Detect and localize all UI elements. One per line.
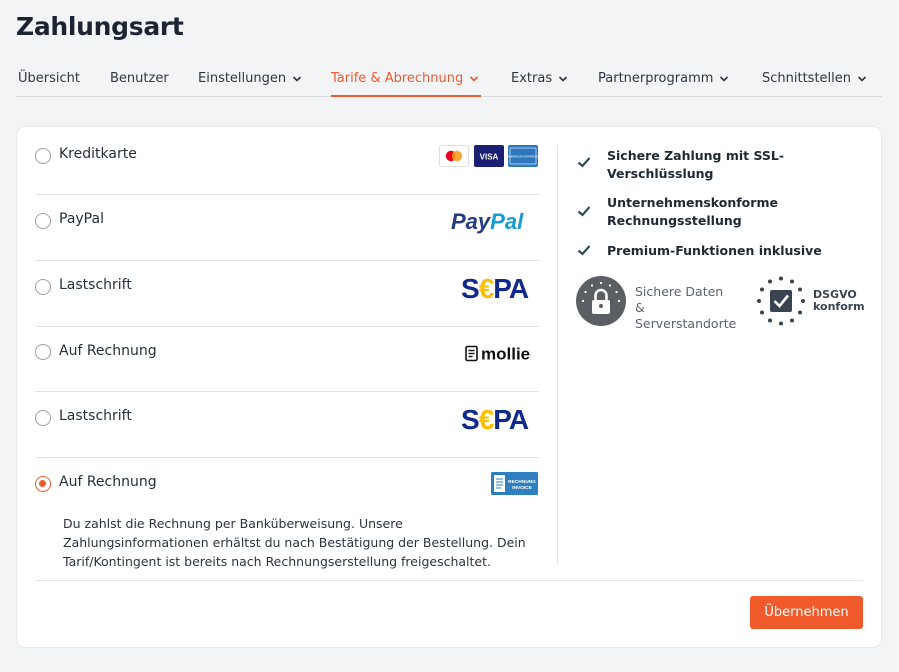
radio-button[interactable] [35, 148, 51, 164]
check-icon [577, 245, 591, 256]
tab-label: Tarife & Abrechnung [331, 71, 464, 86]
feature-text: Premium-Funktionen inklusive [607, 243, 822, 258]
tab-label: Benutzer [110, 71, 169, 86]
tab-einstellungen[interactable]: Einstellungen [198, 62, 302, 97]
submit-button[interactable]: Übernehmen [750, 596, 863, 629]
mastercard-logo [439, 145, 469, 167]
badge-label: Sichere Daten & Serverstandorte [635, 284, 737, 331]
svg-text:INVOICE: INVOICE [512, 485, 533, 491]
tab-tarife-abrechnung[interactable]: Tarife & Abrechnung [331, 62, 481, 97]
method-label: Auf Rechnung [59, 474, 157, 490]
tab-label: Schnittstellen [762, 71, 852, 86]
vertical-divider [557, 145, 558, 565]
chevron-down-icon [857, 76, 867, 82]
method-label: PayPal [59, 211, 104, 227]
tab-bar: Übersicht Benutzer Einstellungen Tarife … [16, 62, 882, 97]
payment-option-auf-rechnung-invoice[interactable]: Auf Rechnung RECHNUNG INVOICE Du zahlst … [35, 458, 539, 570]
radio-button[interactable] [35, 410, 51, 426]
method-label: Kreditkarte [59, 146, 137, 162]
page-title: Zahlungsart [16, 12, 184, 41]
tab-label: Extras [511, 71, 553, 86]
method-label: Lastschrift [59, 408, 132, 424]
radio-button[interactable] [35, 279, 51, 295]
payment-option-paypal[interactable]: PayPal PayPal [35, 195, 539, 261]
secure-data-badge: Sichere Daten & Serverstandorte [575, 275, 736, 331]
svg-text:AMERICAN EXPRESS: AMERICAN EXPRESS [508, 155, 539, 159]
tab-label: Übersicht [18, 71, 80, 86]
svg-text:S€PA: S€PA [461, 404, 529, 432]
payment-option-kreditkarte[interactable]: Kreditkarte VISA AMERICAN EXPRESS [35, 127, 539, 195]
feature-text: Unternehmenskonforme Rechnungsstellung [607, 195, 778, 228]
mollie-logo: mollie [465, 344, 539, 364]
svg-text:RECHNUNG: RECHNUNG [508, 479, 536, 485]
chevron-down-icon [720, 76, 729, 82]
payment-option-lastschrift-2[interactable]: Lastschrift S€PA [35, 392, 539, 458]
visa-logo: VISA [474, 145, 504, 167]
payment-option-auf-rechnung-mollie[interactable]: Auf Rechnung mollie [35, 327, 539, 392]
amex-logo: AMERICAN EXPRESS [508, 145, 539, 167]
paypal-logo: PayPal [449, 207, 539, 235]
svg-text:PayPal: PayPal [451, 209, 524, 234]
tab-schnittstellen[interactable]: Schnittstellen [762, 62, 867, 97]
card-logos: VISA AMERICAN EXPRESS [439, 145, 539, 169]
lock-shield-icon [576, 276, 626, 326]
badge-label: DSGVO konform [813, 288, 865, 313]
svg-text:VISA: VISA [480, 153, 499, 162]
radio-button[interactable] [35, 344, 51, 360]
chevron-down-icon [293, 76, 302, 82]
tab-benutzer[interactable]: Benutzer [110, 62, 169, 97]
tab-label: Einstellungen [198, 71, 287, 86]
sepa-logo: S€PA [461, 273, 539, 304]
tab-uebersicht[interactable]: Übersicht [18, 62, 80, 97]
svg-text:S€PA: S€PA [461, 273, 529, 301]
check-icon [577, 157, 591, 168]
rechnung-invoice-logo: RECHNUNG INVOICE [491, 472, 539, 496]
radio-button[interactable] [35, 213, 51, 229]
footer-divider [35, 580, 863, 581]
feature-text: Sichere Zahlung mit SSL-Verschlüsslung [607, 148, 785, 181]
method-label: Auf Rechnung [59, 343, 157, 359]
payment-option-lastschrift[interactable]: Lastschrift S€PA [35, 261, 539, 327]
method-description: Du zahlst die Rechnung per Banküberweisu… [63, 516, 526, 569]
check-icon [577, 206, 591, 217]
radio-button-selected[interactable] [35, 476, 51, 492]
tab-extras[interactable]: Extras [511, 62, 568, 97]
tab-partnerprogramm[interactable]: Partnerprogramm [598, 62, 729, 97]
dsgvo-badge: DSGVO konform [755, 275, 867, 327]
chevron-down-icon [559, 76, 568, 82]
payment-method-card: Kreditkarte VISA AMERICAN EXPRESS PayPal… [17, 127, 881, 647]
sepa-logo: S€PA [461, 404, 539, 435]
method-label: Lastschrift [59, 277, 132, 293]
dsgvo-stars-icon [757, 276, 805, 326]
chevron-down-icon [470, 76, 479, 82]
svg-text:mollie: mollie [481, 345, 530, 364]
tab-label: Partnerprogramm [598, 71, 714, 86]
